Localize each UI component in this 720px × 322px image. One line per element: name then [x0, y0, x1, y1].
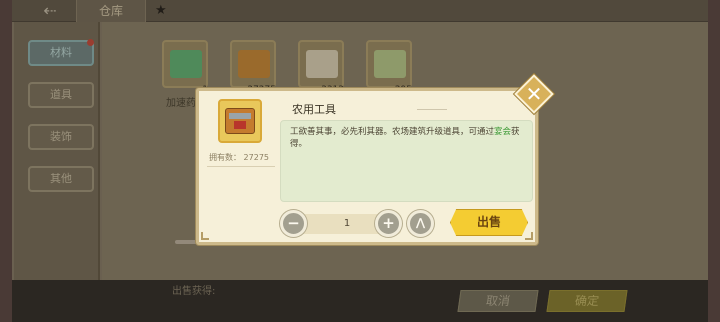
toolbox-icon: [238, 50, 270, 78]
sell-button[interactable]: 出售: [450, 209, 528, 236]
minus-icon: −: [287, 214, 300, 232]
divider: [417, 109, 447, 110]
star-icon[interactable]: ★: [155, 2, 167, 20]
tab-warehouse[interactable]: 仓库: [76, 0, 146, 22]
cancel-button[interactable]: 取消: [457, 290, 539, 312]
sidebar-item-label: 装饰: [50, 130, 72, 143]
sidebar-item-label: 其他: [50, 172, 72, 185]
top-bar: ⇠ 仓库 ★: [12, 0, 708, 22]
sale-earnings-label: 出售获得:: [172, 286, 216, 297]
left-border: [0, 0, 12, 322]
chevron-up-icon: ⋀: [415, 216, 426, 229]
corner-ornament: [525, 232, 533, 240]
decrease-button[interactable]: −: [280, 210, 307, 237]
arrow-left-icon: ⇠: [43, 1, 57, 20]
close-icon[interactable]: ✕: [520, 80, 548, 108]
notification-dot: [87, 39, 94, 46]
sidebar-item-label: 材料: [50, 46, 72, 59]
corner-ornament: [201, 232, 209, 240]
owned-value: 27275: [243, 153, 269, 162]
item-detail-popup: 拥有数： 27275 农用工具 工欲善其事，必先利其器。农场建筑升级道具，可通过…: [196, 88, 538, 245]
sidebar-item-decor[interactable]: 装饰: [28, 124, 94, 150]
grid-item[interactable]: 295: [366, 40, 412, 95]
item-icon-frame: [218, 99, 262, 143]
description-link: 宴会: [494, 127, 512, 137]
increase-button[interactable]: +: [375, 210, 402, 237]
right-border: [708, 0, 720, 322]
plus-icon: +: [382, 214, 395, 232]
grid-item[interactable]: 3312: [298, 40, 344, 95]
flour-sack-icon: [306, 50, 338, 78]
divider: [207, 166, 275, 167]
item-title: 农用工具: [292, 103, 336, 116]
bottom-bar: 出售获得: 取消 确定: [12, 280, 708, 322]
sidebar-item-props[interactable]: 道具: [28, 82, 94, 108]
sidebar-item-materials[interactable]: 材料: [28, 39, 94, 66]
sidebar-item-label: 道具: [50, 88, 72, 101]
owned-count: 拥有数： 27275: [209, 152, 269, 163]
tab-label: 仓库: [98, 4, 123, 18]
grid-item[interactable]: 1: [162, 40, 208, 95]
owned-label: 拥有数：: [209, 153, 241, 162]
toolbox-icon: [225, 108, 255, 134]
item-name: 加速药: [166, 98, 196, 109]
max-button[interactable]: ⋀: [407, 210, 434, 237]
description-box: 工欲善其事，必先利其器。农场建筑升级道具，可通过宴会获得。: [280, 120, 533, 202]
grid-item[interactable]: 27275: [230, 40, 276, 95]
green-pouch-icon: [170, 50, 202, 78]
jar-icon: [374, 50, 406, 78]
item-description: 工欲善其事，必先利其器。农场建筑升级道具，可通过宴会获得。: [290, 126, 526, 150]
description-text: 工欲善其事，必先利其器。农场建筑升级道具，可通过: [290, 127, 495, 137]
sidebar-item-other[interactable]: 其他: [28, 166, 94, 192]
category-sidebar: 材料 道具 装饰 其他: [14, 22, 100, 280]
confirm-button[interactable]: 确定: [546, 290, 628, 312]
back-button[interactable]: ⇠: [30, 1, 70, 21]
